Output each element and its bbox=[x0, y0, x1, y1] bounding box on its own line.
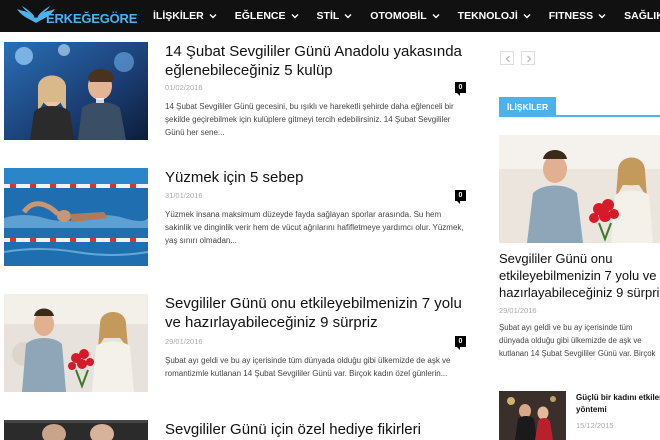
title-line: yöntemi bbox=[576, 405, 607, 414]
nav-item-iliskiler[interactable]: İLİŞKİLER bbox=[153, 0, 217, 32]
title-line: hazırlayabileceğiniz 9 sürpriz bbox=[499, 285, 660, 300]
sidebar-featured-title[interactable]: Sevgililer Günü onu etkileyebilmenizin 7… bbox=[499, 250, 660, 301]
chevron-right-icon bbox=[527, 55, 532, 63]
couple-roses-image bbox=[4, 294, 148, 392]
nav-item-fitness[interactable]: FITNESS bbox=[549, 0, 606, 32]
chevron-down-icon bbox=[291, 14, 299, 19]
chevron-left-icon bbox=[505, 55, 510, 63]
nav-label: STİL bbox=[316, 10, 340, 22]
title-line: etkileyebilmenizin 7 yolu ve bbox=[499, 268, 657, 283]
chevron-down-icon bbox=[432, 14, 440, 19]
gift-image bbox=[4, 420, 148, 440]
sidebar-featured-date: 29/01/2016 bbox=[499, 306, 537, 315]
post-date: 29/01/2016 bbox=[165, 337, 203, 346]
nav-label: EĞLENCE bbox=[234, 10, 286, 22]
post-title[interactable]: Sevgililer Günü onu etkileyebilmenizin 7… bbox=[165, 294, 465, 332]
excerpt-line: kutlanan 14 Şubat Sevgililer Günü var. B… bbox=[499, 349, 656, 358]
logo-text: ERKEĞEGÖRE bbox=[46, 11, 138, 26]
next-page-button[interactable] bbox=[521, 51, 535, 65]
nav-item-eglence[interactable]: EĞLENCE bbox=[235, 0, 299, 32]
comment-count-badge[interactable]: 0 bbox=[455, 82, 466, 96]
nav-item-saglik[interactable]: SAĞLIK bbox=[624, 0, 660, 32]
post-excerpt: Yüzmek insana maksimum düzeyde fayda sağ… bbox=[165, 210, 464, 245]
nav-label: SAĞLIK bbox=[624, 10, 660, 22]
title-line: Güçlü bir kadını etkileme bbox=[576, 393, 660, 402]
site-logo[interactable]: ERKEĞEGÖRE bbox=[12, 2, 138, 30]
post-thumbnail-couple-roses[interactable] bbox=[4, 294, 148, 392]
widget-title[interactable]: İLİŞKİLER bbox=[499, 97, 557, 117]
sidebar-mini-thumbnail[interactable] bbox=[499, 391, 566, 440]
comment-count-badge[interactable]: 0 bbox=[455, 190, 466, 204]
main-menu: İLİŞKİLER EĞLENCE STİL OTOMOBİL TEKNOLOJ… bbox=[153, 0, 660, 32]
excerpt-line: Şubat ayı geldi ve bu ay içerisinde tüm bbox=[499, 323, 633, 332]
nav-label: TEKNOLOJİ bbox=[457, 10, 518, 22]
post-date: 31/01/2016 bbox=[165, 191, 203, 200]
nav-label: OTOMOBİL bbox=[370, 10, 427, 22]
post-title[interactable]: Yüzmek için 5 sebep bbox=[165, 168, 465, 187]
couple-roses-large-image bbox=[499, 135, 660, 243]
post-title[interactable]: Sevgililer Günü için özel hediye fikirle… bbox=[165, 420, 465, 439]
top-navbar: ERKEĞEGÖRE İLİŞKİLER EĞLENCE STİL OTOMOB… bbox=[0, 0, 660, 32]
sidebar-mini-date: 15/12/2015 bbox=[576, 421, 614, 430]
chevron-down-icon bbox=[598, 14, 606, 19]
sidebar-mini-title[interactable]: Güçlü bir kadını etkileme yöntemi bbox=[576, 392, 660, 416]
post-date: 01/02/2016 bbox=[165, 83, 203, 92]
nav-label: FITNESS bbox=[548, 10, 594, 22]
nav-item-stil[interactable]: STİL bbox=[317, 0, 353, 32]
nav-item-otomobil[interactable]: OTOMOBİL bbox=[370, 0, 440, 32]
strong-woman-image bbox=[499, 391, 566, 440]
prev-page-button[interactable] bbox=[500, 51, 514, 65]
post-thumbnail-gift[interactable] bbox=[4, 420, 148, 440]
swimmer-pool-image bbox=[4, 168, 148, 266]
chevron-down-icon bbox=[209, 14, 217, 19]
chevron-down-icon bbox=[523, 14, 531, 19]
post-title[interactable]: 14 Şubat Sevgililer Günü Anadolu yakasın… bbox=[165, 42, 465, 80]
nav-item-teknoloji[interactable]: TEKNOLOJİ bbox=[458, 0, 531, 32]
widget-header: İLİŞKİLER bbox=[499, 97, 660, 117]
nav-label: İLİŞKİLER bbox=[153, 10, 204, 22]
post-thumbnail-couple-nightclub[interactable] bbox=[4, 42, 148, 140]
comment-count-badge[interactable]: 0 bbox=[455, 336, 466, 350]
sidebar-featured-excerpt: Şubat ayı geldi ve bu ay içerisinde tüm … bbox=[499, 321, 660, 360]
sidebar-featured-thumbnail[interactable] bbox=[499, 135, 660, 243]
excerpt-line: dünyada olduğu gibi ülkemizde de aşk ve bbox=[499, 336, 642, 345]
post-excerpt: 14 Şubat Sevgililer Günü gecesini, bu ış… bbox=[165, 102, 454, 137]
couple-nightclub-image bbox=[4, 42, 148, 140]
chevron-down-icon bbox=[344, 14, 352, 19]
title-line: Sevgililer Günü onu bbox=[499, 251, 613, 266]
post-excerpt: Şubat ayı geldi ve bu ay içerisinde tüm … bbox=[165, 356, 451, 378]
post-thumbnail-swimmer[interactable] bbox=[4, 168, 148, 266]
